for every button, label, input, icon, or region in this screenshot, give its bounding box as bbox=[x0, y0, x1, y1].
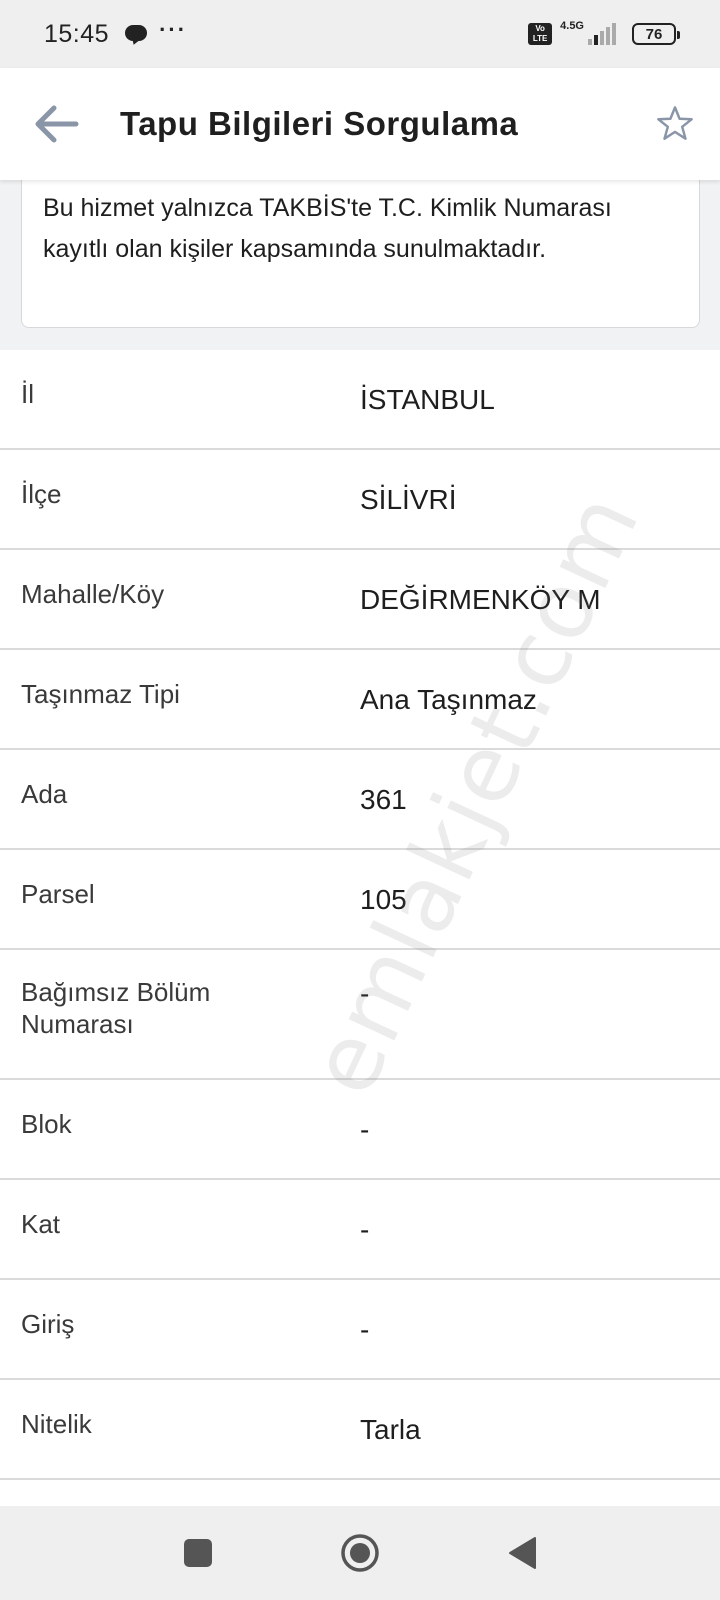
app-bar: Tapu Bilgileri Sorgulama bbox=[0, 68, 720, 180]
detail-label: Kat bbox=[21, 1209, 61, 1239]
back-button[interactable] bbox=[0, 68, 112, 180]
favorite-button[interactable] bbox=[630, 68, 720, 180]
detail-label: Blok bbox=[21, 1109, 72, 1139]
triangle-back-icon bbox=[509, 1537, 536, 1569]
detail-label: Nitelik bbox=[21, 1409, 92, 1439]
detail-row-nitelik: Nitelik Tarla bbox=[0, 1380, 720, 1480]
detail-value: İSTANBUL bbox=[360, 384, 495, 415]
circle-home-icon bbox=[341, 1534, 379, 1572]
detail-row-mahalle: Mahalle/Köy DEĞİRMENKÖY M bbox=[0, 550, 720, 650]
more-notifications-icon: ··· bbox=[159, 17, 188, 42]
detail-row-tasinmaz-tipi: Taşınmaz Tipi Ana Taşınmaz bbox=[0, 650, 720, 750]
signal-icon bbox=[588, 23, 616, 45]
detail-row-ada: Ada 361 bbox=[0, 750, 720, 850]
system-nav-bar bbox=[0, 1506, 720, 1600]
detail-value: DEĞİRMENKÖY M bbox=[360, 584, 601, 615]
detail-label: Ada bbox=[21, 779, 68, 809]
property-details: İl İSTANBUL İlçe SİLİVRİ Mahalle/Köy DEĞ… bbox=[0, 350, 720, 1480]
detail-value: 361 bbox=[360, 784, 407, 815]
detail-row-kat: Kat - bbox=[0, 1180, 720, 1280]
detail-value: - bbox=[360, 1214, 370, 1245]
detail-row-parsel: Parsel 105 bbox=[0, 850, 720, 950]
square-icon bbox=[184, 1539, 212, 1567]
detail-label: İlçe bbox=[21, 479, 62, 509]
network-type: 4.5G bbox=[560, 20, 584, 32]
detail-row-giris: Giriş - bbox=[0, 1280, 720, 1380]
volte-icon: Vo LTE bbox=[528, 23, 553, 45]
detail-label: Giriş bbox=[21, 1309, 75, 1339]
nav-back-button[interactable] bbox=[472, 1506, 572, 1600]
detail-value: 105 bbox=[360, 884, 407, 915]
status-indicators: Vo LTE 4.5G 76 bbox=[528, 20, 680, 45]
battery-level: 76 bbox=[645, 25, 663, 43]
detail-row-blok: Blok - bbox=[0, 1080, 720, 1180]
detail-label: Taşınmaz Tipi bbox=[21, 679, 180, 709]
detail-row-bagimsiz-bolum: Bağımsız Bölüm Numarası - bbox=[0, 950, 720, 1080]
page-title: Tapu Bilgileri Sorgulama bbox=[120, 105, 519, 142]
chat-bubble-icon bbox=[125, 25, 148, 47]
detail-value: - bbox=[360, 978, 370, 1009]
detail-row-il: İl İSTANBUL bbox=[0, 350, 720, 450]
detail-label: Parsel bbox=[21, 879, 95, 909]
detail-value: Ana Taşınmaz bbox=[360, 684, 537, 715]
battery-icon: 76 bbox=[632, 23, 680, 45]
arrow-left-icon bbox=[35, 105, 79, 143]
detail-row-ilce: İlçe SİLİVRİ bbox=[0, 450, 720, 550]
recent-apps-button[interactable] bbox=[148, 1506, 248, 1600]
notice-section: Bu hizmet yalnızca TAKBİS'te T.C. Kimlik… bbox=[0, 176, 720, 350]
status-time: 15:45 bbox=[44, 19, 110, 48]
detail-value: Tarla bbox=[360, 1414, 421, 1445]
detail-label: Mahalle/Köy bbox=[21, 579, 165, 609]
detail-label: Bağımsız Bölüm Numarası bbox=[21, 977, 211, 1039]
detail-value: - bbox=[360, 1314, 370, 1345]
status-bar: 15:45 ··· Vo LTE 4.5G 76 bbox=[0, 0, 720, 68]
notice-card: Bu hizmet yalnızca TAKBİS'te T.C. Kimlik… bbox=[21, 176, 700, 328]
detail-value: SİLİVRİ bbox=[360, 484, 457, 515]
detail-label: İl bbox=[21, 379, 34, 409]
detail-value: - bbox=[360, 1114, 370, 1145]
star-outline-icon bbox=[657, 106, 693, 140]
home-button[interactable] bbox=[310, 1506, 410, 1600]
